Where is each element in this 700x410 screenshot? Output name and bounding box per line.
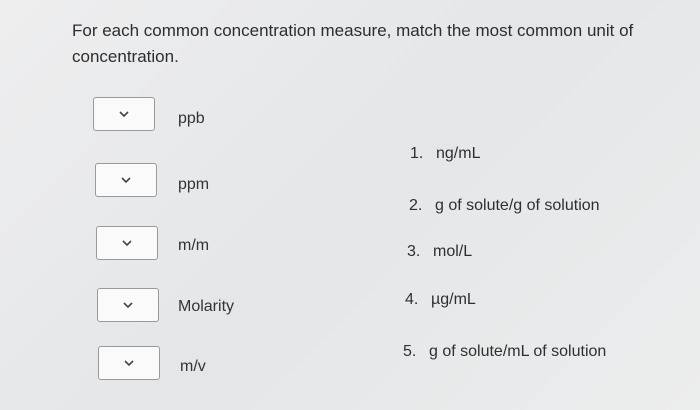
option-number: 3. xyxy=(407,243,421,260)
term-select-molarity[interactable] xyxy=(97,288,159,322)
term-label-ppm: ppm xyxy=(178,176,210,193)
option-number: 5. xyxy=(403,343,417,360)
option-number: 1. xyxy=(410,145,424,162)
question-page: For each common concentration measure, m… xyxy=(0,0,700,410)
term-select-mm[interactable] xyxy=(96,226,158,260)
chevron-down-icon xyxy=(123,357,135,369)
term-label-molarity: Molarity xyxy=(178,298,235,315)
option-item: 4. µg/mL xyxy=(405,291,476,309)
term-select-ppm[interactable] xyxy=(95,163,157,197)
option-text: mol/L xyxy=(433,243,473,260)
question-text: For each common concentration measure, m… xyxy=(72,21,634,66)
option-item: 2. g of solute/g of solution xyxy=(409,197,600,215)
option-number: 4. xyxy=(405,291,419,308)
option-text: g of solute/mL of solution xyxy=(429,343,607,360)
chevron-down-icon xyxy=(122,299,134,311)
term-label-ppb: ppb xyxy=(178,110,205,127)
term-label-mv: m/v xyxy=(180,358,206,375)
chevron-down-icon xyxy=(118,108,130,120)
option-item: 5. g of solute/mL of solution xyxy=(403,343,606,361)
option-text: g of solute/g of solution xyxy=(435,197,600,214)
chevron-down-icon xyxy=(121,237,133,249)
term-label-mm: m/m xyxy=(178,237,210,254)
option-text: µg/mL xyxy=(431,291,476,308)
chevron-down-icon xyxy=(120,174,132,186)
option-text: ng/mL xyxy=(436,145,481,162)
option-number: 2. xyxy=(409,197,423,214)
option-item: 1. ng/mL xyxy=(410,145,480,163)
term-select-mv[interactable] xyxy=(98,346,160,380)
term-select-ppb[interactable] xyxy=(93,97,155,131)
option-item: 3. mol/L xyxy=(407,243,472,261)
